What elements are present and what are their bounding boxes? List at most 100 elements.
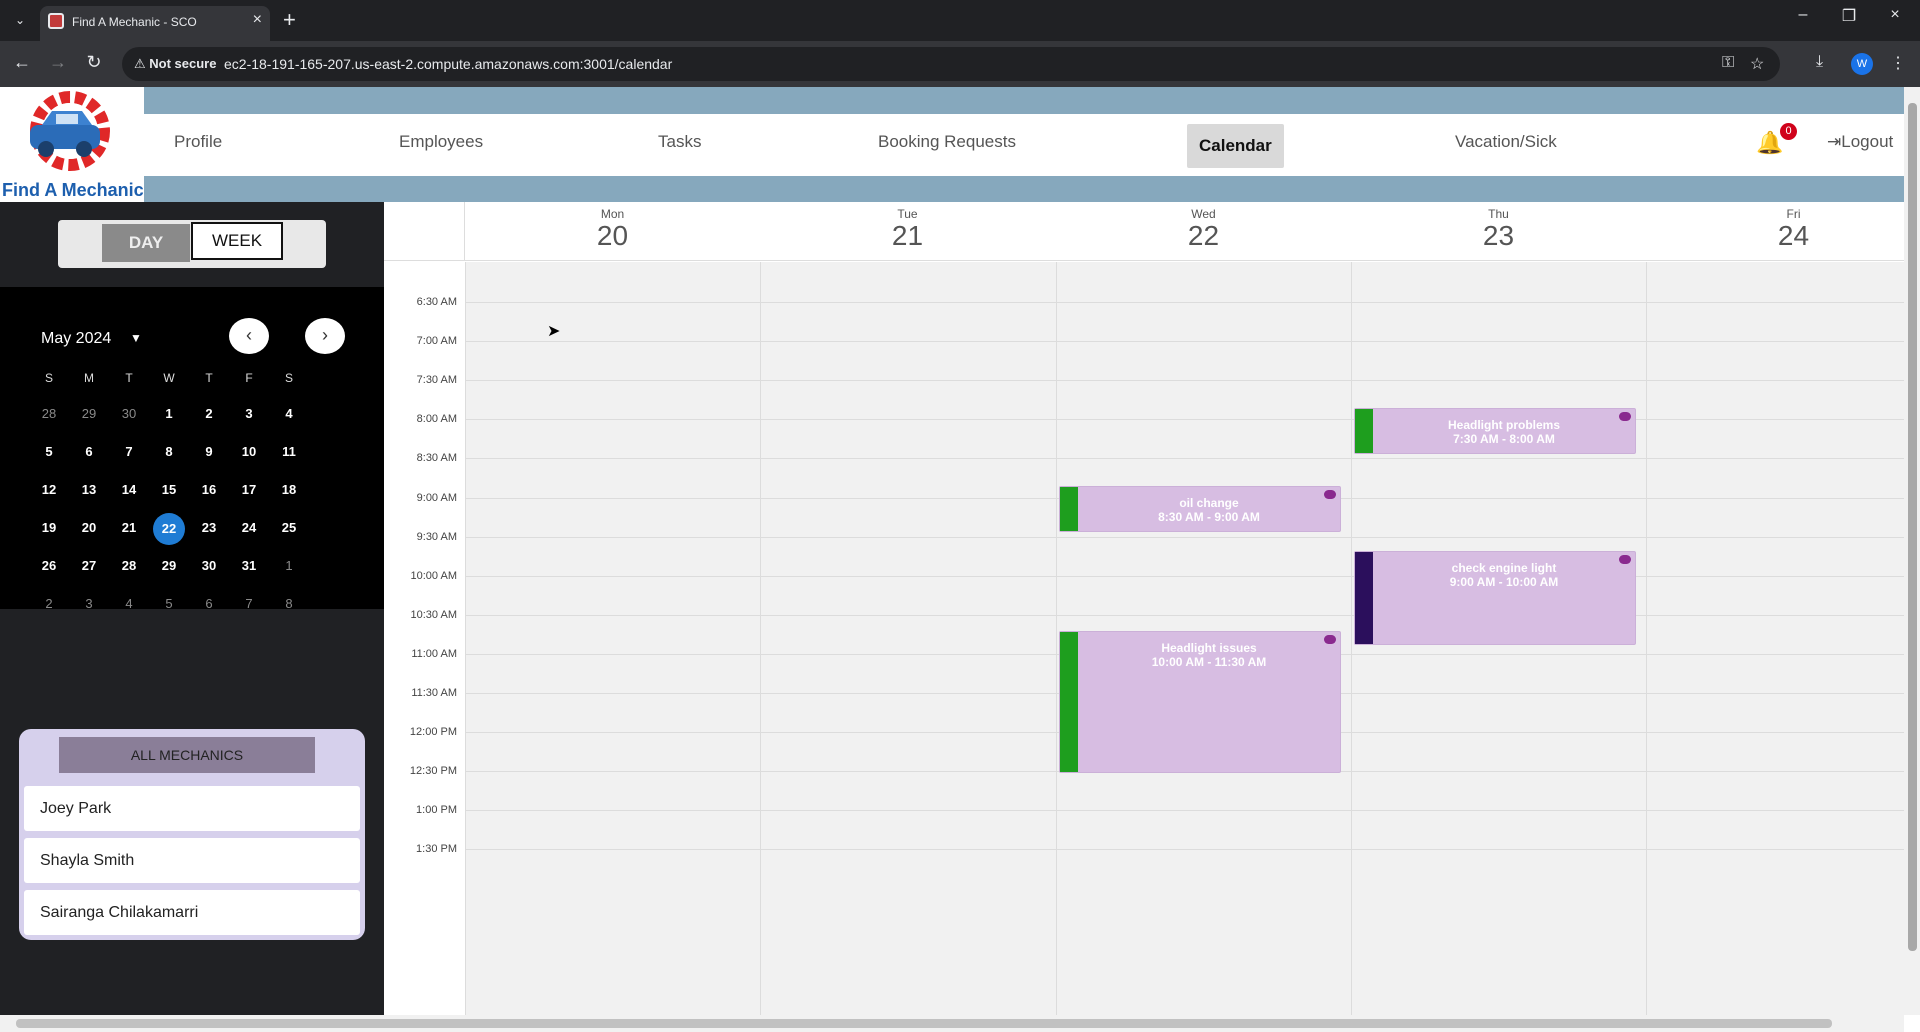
mini-calendar-day[interactable]: 7 [109,437,149,475]
chat-icon[interactable] [1619,412,1631,421]
browser-menu-icon[interactable]: ⋮ [1890,53,1906,73]
prev-month-button[interactable]: ‹ [229,318,269,354]
logout-button[interactable]: ⇥Logout [1827,132,1893,152]
mini-calendar-day[interactable]: 4 [269,399,309,437]
chat-icon[interactable] [1324,635,1336,644]
mini-calendar-day[interactable]: 20 [69,513,109,551]
mechanic-item[interactable]: Shayla Smith [24,838,360,883]
mini-calendar-day[interactable]: 5 [29,437,69,475]
mini-calendar-day[interactable]: 15 [149,475,189,513]
mechanic-item[interactable]: Joey Park [24,786,360,831]
mini-calendar-day[interactable]: 30 [109,399,149,437]
mini-calendar-day[interactable]: 5 [149,589,189,627]
mini-calendar-day[interactable]: 31 [229,551,269,589]
app-logo[interactable]: Find A Mechanic [0,87,144,202]
back-icon[interactable]: ← [10,52,34,73]
mini-calendar-day[interactable]: 2 [29,589,69,627]
calendar-body[interactable]: 6:30 AM 7:00 AM 7:30 AM 8:00 AM 8:30 AM 9:00 … [384,262,1904,1032]
all-mechanics-button[interactable]: ALL MECHANICS [59,737,315,773]
address-bar[interactable]: ⚠ Not secure ec2-18-191-165-207.us-east-… [122,47,1780,81]
mini-calendar-day[interactable]: 3 [229,399,269,437]
mini-calendar-day[interactable]: 8 [269,589,309,627]
mini-calendar-day[interactable]: 28 [29,399,69,437]
mini-calendar-day[interactable]: 6 [189,589,229,627]
profile-avatar[interactable]: W [1851,53,1873,75]
mini-calendar-day[interactable]: 27 [69,551,109,589]
password-key-icon[interactable]: ⚿ [1722,54,1734,72]
url-text[interactable]: ec2-18-191-165-207.us-east-2.compute.ama… [224,56,672,72]
mini-calendar-day[interactable]: 10 [229,437,269,475]
horizontal-scrollbar[interactable] [0,1015,1904,1032]
mouse-cursor-icon: ➤ [547,323,561,340]
mini-calendar-day[interactable]: 14 [109,475,149,513]
mini-calendar-day[interactable]: 8 [149,437,189,475]
event-check-engine-light[interactable]: check engine light 9:00 AM - 10:00 AM [1354,551,1636,645]
mini-calendar-day[interactable]: 12 [29,475,69,513]
mini-calendar-day[interactable]: 22 [149,513,189,551]
mini-calendar-day[interactable]: 6 [69,437,109,475]
minimize-icon[interactable]: – [1780,6,1826,24]
day-number: 23 [201,520,217,535]
week-view-button[interactable]: WEEK [191,222,283,260]
mini-calendar-day[interactable]: 25 [269,513,309,551]
close-window-icon[interactable]: × [1872,6,1918,24]
chat-icon[interactable] [1619,555,1631,564]
mini-calendar-day[interactable]: 4 [109,589,149,627]
event-oil-change[interactable]: oil change 8:30 AM - 9:00 AM [1059,486,1341,532]
mini-calendar-day[interactable]: 17 [229,475,269,513]
not-secure-icon[interactable]: ⚠ Not secure [134,56,216,72]
mini-calendar-day[interactable]: 16 [189,475,229,513]
day-header[interactable]: Mon 20 [465,202,760,261]
mini-calendar-day[interactable]: 7 [229,589,269,627]
nav-calendar[interactable]: Calendar [1187,124,1284,168]
day-header[interactable]: Thu 23 [1351,202,1646,261]
day-divider [465,262,466,1032]
next-month-button[interactable]: › [305,318,345,354]
event-headlight-issues[interactable]: Headlight issues 10:00 AM - 11:30 AM [1059,631,1341,773]
mini-calendar-day[interactable]: 3 [69,589,109,627]
forward-icon[interactable]: → [46,52,70,73]
notification-bell-icon[interactable]: 🔔 [1756,130,1783,156]
day-header[interactable]: Wed 22 [1056,202,1351,261]
restore-icon[interactable]: ❐ [1826,6,1872,26]
nav-booking-requests[interactable]: Booking Requests [878,132,1016,152]
nav-profile[interactable]: Profile [174,132,222,152]
day-header[interactable]: Fri 24 [1646,202,1920,261]
vertical-scrollbar[interactable] [1904,87,1920,1015]
mini-calendar-day[interactable]: 29 [69,399,109,437]
scrollbar-thumb[interactable] [16,1019,1832,1028]
month-label[interactable]: May 2024 [41,330,111,348]
mini-calendar-day[interactable]: 26 [29,551,69,589]
mini-calendar-day[interactable]: 9 [189,437,229,475]
event-headlight-problems[interactable]: Headlight problems 7:30 AM - 8:00 AM [1354,408,1636,454]
month-dropdown-icon[interactable]: ▼ [130,331,142,345]
mechanic-item[interactable]: Sairanga Chilakamarri [24,890,360,935]
new-tab-icon[interactable]: + [283,7,296,33]
mini-calendar-day[interactable]: 28 [109,551,149,589]
chat-icon[interactable] [1324,490,1336,499]
download-icon[interactable]: ⤓ [1816,53,1823,71]
reload-icon[interactable]: ↻ [82,52,106,73]
close-tab-icon[interactable]: × [253,11,262,29]
tab-list-chevron-icon[interactable]: ⌄ [8,9,32,31]
nav-tasks[interactable]: Tasks [658,132,701,152]
browser-tab[interactable]: Find A Mechanic - SCO × [40,6,270,41]
day-view-button[interactable]: DAY [102,224,190,262]
nav-vacation-sick[interactable]: Vacation/Sick [1455,132,1557,152]
mini-calendar-day[interactable]: 23 [189,513,229,551]
mini-calendar-day[interactable]: 30 [189,551,229,589]
mini-calendar-day[interactable]: 24 [229,513,269,551]
nav-employees[interactable]: Employees [399,132,483,152]
mini-calendar-day[interactable]: 1 [269,551,309,589]
mini-calendar-day[interactable]: 2 [189,399,229,437]
mini-calendar-day[interactable]: 19 [29,513,69,551]
mini-calendar-day[interactable]: 29 [149,551,189,589]
day-header[interactable]: Tue 21 [760,202,1055,261]
mini-calendar-day[interactable]: 18 [269,475,309,513]
mini-calendar-day[interactable]: 1 [149,399,189,437]
bookmark-star-icon[interactable]: ☆ [1750,54,1764,74]
mini-calendar-day[interactable]: 13 [69,475,109,513]
scrollbar-thumb[interactable] [1908,103,1917,951]
mini-calendar-day[interactable]: 11 [269,437,309,475]
mini-calendar-day[interactable]: 21 [109,513,149,551]
